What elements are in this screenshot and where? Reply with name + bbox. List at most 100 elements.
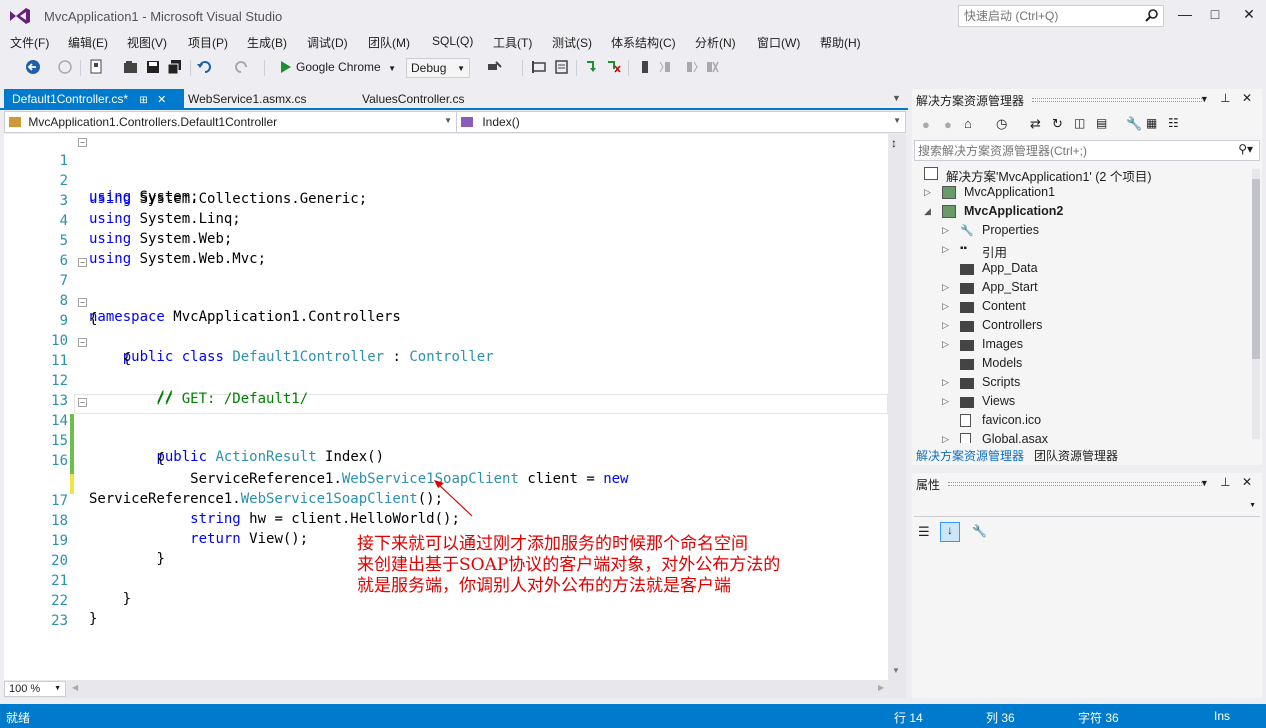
menu-edit[interactable]: 编辑(E) <box>68 34 108 51</box>
solution-search-input[interactable] <box>915 141 1215 160</box>
search-icon[interactable]: ⚲▾ <box>1238 142 1253 156</box>
quick-launch-box[interactable] <box>958 5 1164 27</box>
bookmark-next-file-icon[interactable] <box>680 58 698 76</box>
tab-team-explorer[interactable]: 团队资源管理器 <box>1034 447 1118 464</box>
indent-icon[interactable] <box>552 58 570 76</box>
property-pages-icon[interactable]: 🔧 <box>972 524 987 538</box>
run-target-dropdown[interactable]: Google Chrome ▼ <box>292 58 400 78</box>
expand-icon[interactable]: ▷ <box>942 301 949 312</box>
properties-object-dropdown[interactable]: ▼ <box>914 497 1260 517</box>
tab-solution-explorer[interactable]: 解决方案资源管理器 <box>916 447 1024 464</box>
alphabetical-icon[interactable]: ↓ <box>940 522 960 542</box>
maximize-button[interactable]: □ <box>1200 4 1230 24</box>
redo-icon[interactable] <box>232 58 250 76</box>
chevron-down-icon[interactable]: ▼ <box>1200 94 1209 104</box>
collapse-icon[interactable]: ◢ <box>924 206 931 217</box>
menu-help[interactable]: 帮助(H) <box>820 34 861 51</box>
clear-bookmarks-icon[interactable] <box>702 58 720 76</box>
configuration-dropdown[interactable]: Debug ▼ <box>406 58 470 78</box>
refresh-icon[interactable]: ↻ <box>1052 116 1063 132</box>
back-icon[interactable] <box>24 58 42 76</box>
menu-project[interactable]: 项目(P) <box>188 34 228 51</box>
solution-search-box[interactable]: ⚲▾ <box>914 140 1260 161</box>
expand-icon[interactable]: ▷ <box>942 396 949 407</box>
view-code-icon[interactable]: ▦ <box>1146 116 1157 130</box>
code-editor[interactable]: 1 − using System; 2 using System.Collect… <box>4 134 906 680</box>
align-icon[interactable] <box>530 58 548 76</box>
collapse-all-icon[interactable]: ◫ <box>1074 116 1085 130</box>
scroll-right-icon[interactable]: ▶ <box>878 683 884 692</box>
back-icon[interactable]: ● <box>922 117 930 132</box>
minimize-button[interactable]: — <box>1170 4 1200 24</box>
collapse-icon[interactable]: − <box>78 138 87 147</box>
home-icon[interactable]: ⌂ <box>964 116 972 131</box>
collapse-icon[interactable]: − <box>78 398 87 407</box>
bookmark-icon[interactable] <box>636 58 654 76</box>
forward-icon[interactable] <box>56 58 74 76</box>
new-project-icon[interactable] <box>88 58 106 76</box>
editor-horizontal-scrollbar[interactable]: ◀ ▶ <box>4 680 906 698</box>
scroll-down-icon[interactable]: ▼ <box>892 666 900 675</box>
expand-icon[interactable]: ▷ <box>942 434 949 443</box>
menu-build[interactable]: 生成(B) <box>247 34 287 51</box>
split-icon[interactable]: ↕ <box>891 136 897 150</box>
tab-valuescontroller[interactable]: ValuesController.cs <box>354 89 473 109</box>
sync-icon[interactable]: ⇄ <box>1030 116 1041 132</box>
menu-architecture[interactable]: 体系结构(C) <box>611 34 676 51</box>
save-icon[interactable] <box>144 58 162 76</box>
menu-file[interactable]: 文件(F) <box>10 34 49 51</box>
collapse-icon[interactable]: − <box>78 258 87 267</box>
wrench-icon[interactable]: 🔧 <box>1126 116 1142 132</box>
class-icon <box>9 117 21 127</box>
expand-icon[interactable]: ▷ <box>942 377 949 388</box>
pin-icon[interactable]: ⊥ <box>1220 475 1230 489</box>
class-diagram-icon[interactable]: ☷ <box>1168 116 1179 130</box>
close-icon[interactable]: ✕ <box>1242 91 1252 105</box>
close-icon[interactable]: ✕ <box>1242 475 1252 489</box>
close-button[interactable]: ✕ <box>1234 4 1264 24</box>
class-scope-dropdown[interactable]: MvcApplication1.Controllers.Default1Cont… <box>5 112 457 132</box>
expand-icon[interactable]: ▷ <box>942 282 949 293</box>
menu-tools[interactable]: 工具(T) <box>493 34 532 51</box>
expand-icon[interactable]: ▷ <box>924 187 931 198</box>
bookmark-next-icon[interactable] <box>584 58 602 76</box>
quick-launch-input[interactable] <box>959 6 1139 26</box>
menu-view[interactable]: 视图(V) <box>127 34 167 51</box>
menu-test[interactable]: 测试(S) <box>552 34 592 51</box>
expand-icon[interactable]: ▷ <box>942 320 949 331</box>
menu-sql[interactable]: SQL(Q) <box>432 34 473 48</box>
bookmark-prev-icon[interactable] <box>604 58 622 76</box>
bookmark-prev-file-icon[interactable] <box>658 58 676 76</box>
collapse-icon[interactable]: − <box>78 298 87 307</box>
tree-scrollbar-thumb[interactable] <box>1252 179 1260 359</box>
search-icon[interactable] <box>1145 8 1159 25</box>
pending-changes-icon[interactable]: ◷ <box>996 116 1007 132</box>
menu-debug[interactable]: 调试(D) <box>307 34 348 51</box>
close-icon[interactable]: ✕ <box>157 94 166 106</box>
menu-team[interactable]: 团队(M) <box>368 34 410 51</box>
chevron-down-icon[interactable]: ▼ <box>1200 478 1209 488</box>
expand-icon[interactable]: ▷ <box>942 339 949 350</box>
zoom-dropdown[interactable]: 100 % ▼ <box>4 681 66 697</box>
member-scope-dropdown[interactable]: Index() ▼ <box>457 112 905 132</box>
open-file-icon[interactable] <box>122 58 140 76</box>
undo-icon[interactable] <box>196 58 214 76</box>
pin-icon[interactable]: ⊞ <box>139 95 147 106</box>
pin-icon[interactable]: ⊥ <box>1220 91 1230 105</box>
categorized-icon[interactable]: ☰ <box>918 524 930 540</box>
scroll-left-icon[interactable]: ◀ <box>72 683 78 692</box>
tab-default1controller[interactable]: Default1Controller.cs* ⊞ ✕ <box>4 89 184 109</box>
collapse-icon[interactable]: − <box>78 338 87 347</box>
menu-analyze[interactable]: 分析(N) <box>695 34 736 51</box>
show-all-files-icon[interactable]: ▤ <box>1096 116 1107 130</box>
expand-icon[interactable]: ▷ <box>942 225 949 236</box>
save-all-icon[interactable] <box>166 58 184 76</box>
expand-icon[interactable]: ▷ <box>942 244 949 255</box>
tab-overflow-icon[interactable]: ▼ <box>892 93 901 103</box>
tab-webservice1[interactable]: WebService1.asmx.cs <box>180 89 314 109</box>
document-tab-strip: Default1Controller.cs* ⊞ ✕ WebService1.a… <box>0 89 908 110</box>
attach-process-icon[interactable] <box>486 58 504 76</box>
forward-icon[interactable]: ● <box>944 117 952 132</box>
menu-window[interactable]: 窗口(W) <box>757 34 800 51</box>
editor-vertical-scrollbar[interactable]: ↕ ▼ <box>888 134 906 680</box>
